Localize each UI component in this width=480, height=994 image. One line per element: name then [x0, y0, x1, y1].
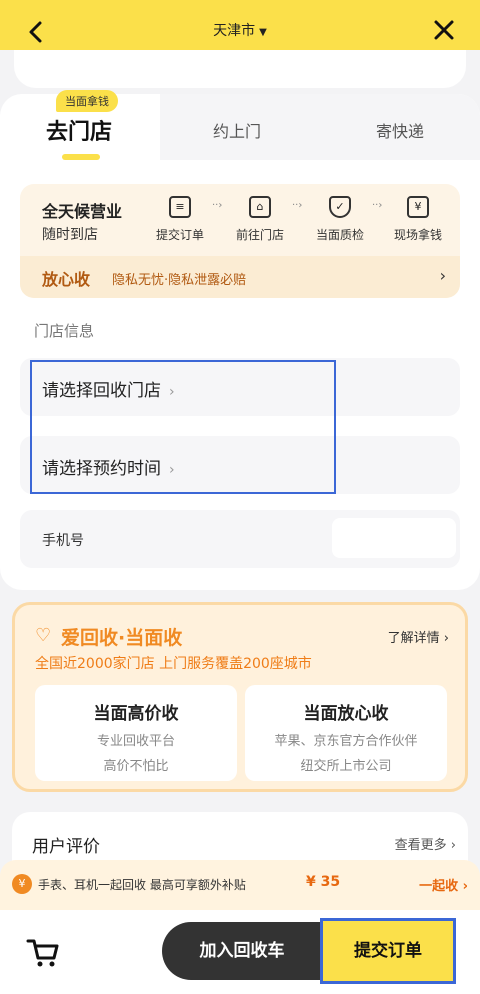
process-title: 全天候营业 — [42, 202, 123, 221]
tab-mail[interactable]: 寄快递 — [376, 118, 424, 142]
peace-title: 放心收 — [42, 270, 91, 289]
step-cash: ¥ 现场拿钱 — [390, 196, 446, 243]
phone-label: 手机号 — [42, 533, 84, 549]
arrow-icon: ··› — [292, 200, 303, 211]
city-name: 天津市 — [213, 23, 256, 39]
learn-more-text: 了解详情 — [387, 631, 440, 646]
tab-active-indicator — [62, 154, 100, 160]
order-panel: 当面拿钱 去门店 约上门 寄快递 全天候营业 随时到店 ≡ 提交订单 ··› ⌂… — [0, 90, 480, 590]
step-submit: ≡ 提交订单 — [152, 196, 208, 243]
cart-icon[interactable] — [26, 936, 60, 970]
card-title: 当面高价收 — [93, 704, 179, 724]
process-card: 全天候营业 随时到店 ≡ 提交订单 ··› ⌂ 前往门店 ··› ✓ 当面质检 … — [20, 184, 460, 298]
promo-cta: 一起收 › — [419, 879, 468, 894]
view-more-text: 查看更多 — [394, 838, 447, 853]
phone-row: 手机号 — [20, 510, 460, 568]
step-inspect: ✓ 当面质检 — [312, 196, 368, 243]
learn-more-link[interactable]: 了解详情 › — [388, 627, 449, 646]
add-to-cart-button[interactable]: 加入回收车 — [162, 922, 322, 980]
step-label: 现场拿钱 — [393, 228, 442, 242]
city-selector[interactable]: 天津市 ▼ — [0, 20, 480, 40]
card-line: 高价不怕比 — [103, 759, 169, 774]
brand-title: 爱回收·当面收 — [61, 627, 183, 649]
card-line: 专业回收平台 — [96, 734, 175, 749]
view-more-link[interactable]: 查看更多 › — [395, 834, 456, 853]
banner-subtitle: 全国近2000家门店 上门服务覆盖200座城市 — [35, 656, 312, 672]
heart-logo-icon: ♡ — [35, 625, 52, 646]
store-info-label: 门店信息 — [34, 322, 95, 340]
bottom-bar: 加入回收车 提交订单 — [0, 910, 480, 994]
step-label: 提交订单 — [155, 228, 204, 242]
peace-of-mind-bar[interactable]: 放心收 隐私无忧·隐私泄露必赔 › — [20, 256, 460, 298]
tab-door[interactable]: 约上门 — [213, 118, 261, 142]
highlight-box — [30, 360, 336, 494]
close-icon[interactable] — [430, 16, 458, 44]
money-bag-icon: ¥ — [12, 874, 32, 894]
arrow-icon: ··› — [372, 200, 383, 211]
caret-down-icon: ▼ — [259, 27, 267, 38]
process-subtitle: 随时到店 — [42, 227, 98, 243]
high-price-card: 当面高价收 专业回收平台 高价不怕比 — [35, 685, 237, 781]
form-icon: ≡ — [169, 196, 191, 218]
promo-cta-text: 一起收 — [419, 879, 459, 894]
header-sub-strip — [0, 50, 480, 90]
promo-amount: ¥ 35 — [306, 874, 341, 890]
submit-order-button[interactable]: 提交订单 — [320, 918, 456, 984]
reviews-title: 用户评价 — [32, 837, 100, 857]
promo-bar[interactable]: ¥ 手表、耳机一起回收 最高可享额外补贴 ¥ 35 一起收 › — [0, 860, 480, 910]
card-line: 纽交所上市公司 — [300, 759, 392, 774]
promo-text: 手表、耳机一起回收 最高可享额外补贴 — [38, 878, 246, 892]
chevron-right-icon: › — [439, 266, 446, 285]
step-label: 当面质检 — [315, 228, 364, 242]
tab-badge: 当面拿钱 — [56, 90, 118, 112]
aihuishou-banner: ♡ 爱回收·当面收 了解详情 › 全国近2000家门店 上门服务覆盖200座城市… — [12, 602, 468, 792]
card-title: 当面放心收 — [303, 704, 389, 724]
card-line: 苹果、京东官方合作伙伴 — [274, 734, 418, 749]
reliable-card: 当面放心收 苹果、京东官方合作伙伴 纽交所上市公司 — [245, 685, 447, 781]
yen-icon: ¥ — [407, 196, 429, 218]
tab-bar-background — [160, 94, 480, 160]
tab-store[interactable]: 去门店 — [46, 114, 112, 146]
step-go-store: ⌂ 前往门店 — [232, 196, 288, 243]
store-icon: ⌂ — [249, 196, 271, 218]
peace-text: 隐私无忧·隐私泄露必赔 — [112, 273, 247, 288]
arrow-icon: ··› — [212, 200, 223, 211]
step-label: 前往门店 — [235, 228, 284, 242]
phone-input[interactable] — [332, 518, 456, 558]
shield-check-icon: ✓ — [329, 196, 351, 218]
